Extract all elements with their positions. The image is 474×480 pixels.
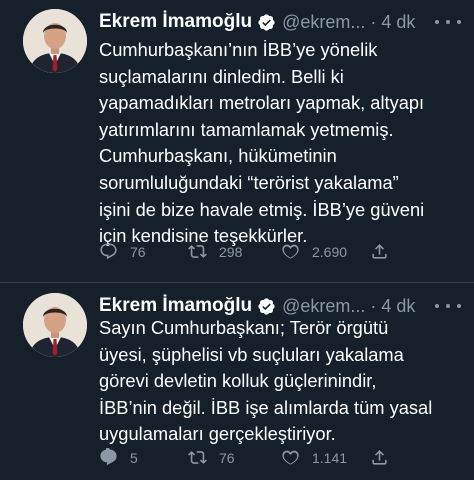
author-name[interactable]: Ekrem İmamoğlu <box>99 11 252 33</box>
tweet-actions: 5 76 1.141 <box>99 448 469 472</box>
tweet-text-line: Sayın Cumhurbaşkanı; Terör örgütü <box>99 317 389 338</box>
retweet-count: 298 <box>219 243 243 260</box>
separator-dot: · <box>370 11 377 32</box>
reply-count: 76 <box>130 243 146 260</box>
reply-icon <box>100 448 117 466</box>
share-icon <box>372 450 387 465</box>
share-button[interactable] <box>370 448 389 467</box>
timestamp[interactable]: 4 dk <box>381 12 415 33</box>
tweet-text-line: Cumhurbaşkanı’nın İBB’ye yönelik <box>99 39 378 60</box>
reply-button[interactable]: 76 <box>99 242 146 261</box>
tweet-actions: 76 298 2.690 <box>99 242 469 266</box>
tweet-text-line: yapamadıkları metroları yapmak, altyapı <box>99 92 425 114</box>
retweet-icon <box>188 451 207 464</box>
avatar[interactable] <box>23 293 87 357</box>
retweet-button[interactable]: 76 <box>188 448 235 467</box>
tweet-text: Cumhurbaşkanı’nın İBB’ye yönelik suçlama… <box>99 37 424 250</box>
more-options-icon[interactable] <box>435 12 461 32</box>
tweet-text-line: suçlamalarını dinledim. Belli ki <box>99 65 344 87</box>
more-options-icon[interactable] <box>435 296 461 316</box>
avatar-image <box>23 9 87 73</box>
tweet-text-line: sorumluluğundaki “terörist yakalama” <box>99 171 399 193</box>
retweet-count: 76 <box>219 449 235 466</box>
tweet-divider <box>0 282 474 283</box>
tweet-text-line: üyesi, şüphelisi vb suçluları yakalama <box>99 343 404 365</box>
avatar-image <box>23 293 87 357</box>
tweet-text-line: uygulamaları gerçekleştiriyor. <box>99 423 336 445</box>
like-button[interactable]: 1.141 <box>281 448 347 467</box>
tweet-text: Sayın Cumhurbaşkanı; Terör örgütü üyesi,… <box>99 315 432 448</box>
like-count: 2.690 <box>312 243 348 260</box>
tweet-header: Ekrem İmamoğlu @ekrem... · 4 dk <box>99 10 415 34</box>
like-heart-icon <box>282 450 299 465</box>
tweet-text-line: yatırımlarını tamamlamak yetmemiş. <box>99 118 394 140</box>
verified-badge-icon <box>258 13 275 31</box>
author-handle[interactable]: @ekrem... <box>282 12 365 33</box>
retweet-icon <box>188 245 207 258</box>
separator-dot: · <box>370 295 377 316</box>
reply-button[interactable]: 5 <box>99 448 138 467</box>
author-name[interactable]: Ekrem İmamoğlu <box>99 295 252 317</box>
share-icon <box>372 244 387 259</box>
like-button[interactable]: 2.690 <box>281 242 347 261</box>
tweet-text-line: görevi devletin kolluk güçlerinindir, <box>99 370 377 392</box>
author-handle[interactable]: @ekrem... <box>282 296 365 317</box>
reply-count: 5 <box>130 449 138 466</box>
avatar[interactable] <box>23 9 87 73</box>
tweet-text-line: İBB’nin değil. İBB işe alımlarda tüm yas… <box>99 396 433 418</box>
reply-icon <box>100 243 117 260</box>
timestamp[interactable]: 4 dk <box>381 296 415 317</box>
retweet-button[interactable]: 298 <box>188 242 242 261</box>
share-button[interactable] <box>370 242 389 261</box>
tweet-text-line: Cumhurbaşkanı, hükümetinin <box>99 145 337 167</box>
verified-badge-icon <box>258 297 275 315</box>
like-heart-icon <box>282 244 299 259</box>
tweet-text-line: işini de bize havale etmiş. İBB’ye güven… <box>99 198 425 220</box>
like-count: 1.141 <box>312 449 348 466</box>
